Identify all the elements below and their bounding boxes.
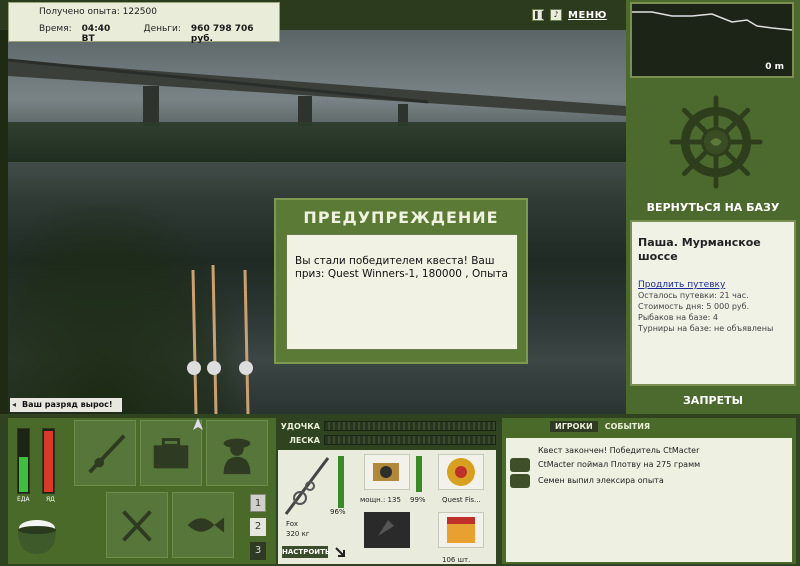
ship-wheel-icon[interactable] [668, 92, 764, 192]
menu-controls: ❚❚ ♪ МЕНЮ [532, 4, 622, 26]
rank-up-notice[interactable]: Ваш разряд вырос! [10, 398, 122, 412]
bait-count: 106 шт. [442, 556, 471, 564]
line-slot[interactable] [438, 454, 484, 490]
reel-percent: 99% [410, 496, 426, 504]
food-tile[interactable] [106, 492, 168, 558]
elixir-icon [510, 474, 530, 488]
line-name: Quest Fis... [442, 496, 481, 504]
tournaments-status: Турниры на базе: не объявлены [638, 324, 774, 333]
base-title: Паша. Мурманское шоссе [638, 236, 761, 263]
time-label: Время: [39, 24, 72, 34]
tension-bars: УДОЧКА ЛЕСКА [278, 418, 496, 448]
reel-icon [373, 463, 399, 481]
base-info-panel: Паша. Мурманское шоссе Продлить путевку … [630, 220, 796, 386]
menu-button[interactable]: МЕНЮ [568, 10, 607, 21]
rod-percent: 96% [330, 508, 346, 516]
cauldron-icon[interactable] [12, 508, 62, 558]
tab-players[interactable]: ИГРОКИ [550, 421, 598, 432]
fisherman-tile[interactable] [206, 420, 268, 486]
hook-slot[interactable] [364, 512, 410, 548]
tab-events[interactable]: СОБЫТИЯ [600, 421, 655, 432]
rod-reel-icon[interactable] [282, 454, 332, 518]
rod-name: Fox [286, 520, 298, 528]
permit-time: Осталось путевки: 21 час. [638, 291, 749, 300]
event-item: CtMacter поймал Плотву на 275 грамм [538, 460, 701, 469]
bridge-image [8, 58, 626, 126]
pause-icon[interactable]: ❚❚ [532, 9, 546, 21]
fish-catch-icon [510, 458, 530, 472]
food-gauge [17, 428, 30, 494]
event-item: Квест закончен! Победитель CtMacter [538, 446, 700, 455]
player-stats: Получено опыта: 122500 Время: 04:40 ВТ Д… [8, 2, 280, 44]
xp-value: 122500 [122, 7, 157, 17]
dialog-message: Вы стали победителем квеста! Ваш приз: Q… [286, 234, 518, 350]
depth-value: 0 m [765, 62, 784, 72]
depth-chart: 0 m [630, 2, 794, 78]
rod-durability-bar [338, 456, 344, 508]
money-label: Деньги: [143, 24, 181, 34]
reel-power: мощн.: 135 [360, 496, 401, 504]
hook-icon [378, 520, 394, 536]
page-button-1[interactable]: 1 [250, 494, 266, 512]
dialog-title: ПРЕДУПРЕЖДЕНИЕ [303, 208, 499, 227]
line-tension-bar [324, 435, 496, 445]
events-list: Квест закончен! Победитель CtMacter CtMa… [506, 438, 792, 562]
rod-tile[interactable] [74, 420, 136, 486]
fork-knife-icon [122, 510, 152, 542]
rod-bar-label: УДОЧКА [280, 421, 320, 431]
arrow-down-right-icon [335, 547, 345, 557]
bait-slot[interactable] [438, 512, 484, 548]
compass-arrow-icon [193, 418, 203, 430]
fisherman-icon [223, 438, 251, 475]
events-tabs: ИГРОКИ СОБЫТИЯ [550, 421, 655, 432]
money-value: 960 798 706 руб. [190, 24, 254, 44]
setup-button[interactable]: НАСТРОИТЬ [282, 546, 330, 558]
bans-button[interactable]: ЗАПРЕТЫ [632, 394, 794, 410]
page-button-2[interactable]: 2 [250, 518, 266, 536]
rod-icon [88, 434, 126, 474]
rods-image [187, 264, 253, 414]
poison-label: ЯД [46, 496, 55, 503]
bait-pack-icon [447, 517, 475, 543]
food-label: ЕДА [17, 496, 30, 503]
fish-tile[interactable] [172, 492, 234, 558]
xp-label: Получено опыта: [39, 7, 120, 17]
return-to-base-button[interactable]: ВЕРНУТЬСЯ НА БАЗУ [632, 198, 794, 218]
fish-icon [187, 517, 225, 533]
sound-icon[interactable]: ♪ [550, 9, 562, 21]
page-button-3[interactable]: 3 [250, 542, 266, 560]
rod-tension-bar [324, 421, 496, 431]
line-bar-label: ЛЕСКА [289, 435, 320, 445]
rod-weight: 320 кг [286, 530, 310, 538]
anglers-count: Рыбаков на базе: 4 [638, 313, 718, 322]
day-cost: Стоимость дня: 5 000 руб. [638, 302, 750, 311]
poison-gauge [42, 428, 55, 494]
event-item: Семен выпил элексира опыта [538, 476, 664, 485]
reel-durability-bar [416, 456, 422, 492]
reel-slot[interactable] [364, 454, 410, 490]
line-spool-icon [447, 458, 475, 486]
warning-dialog: ПРЕДУПРЕЖДЕНИЕ Вы стали победителем квес… [274, 198, 528, 364]
tackle-box-icon [153, 438, 189, 469]
time-value: 04:40 ВТ [81, 24, 111, 44]
extend-permit-link[interactable]: Продлить путевку [638, 280, 788, 290]
